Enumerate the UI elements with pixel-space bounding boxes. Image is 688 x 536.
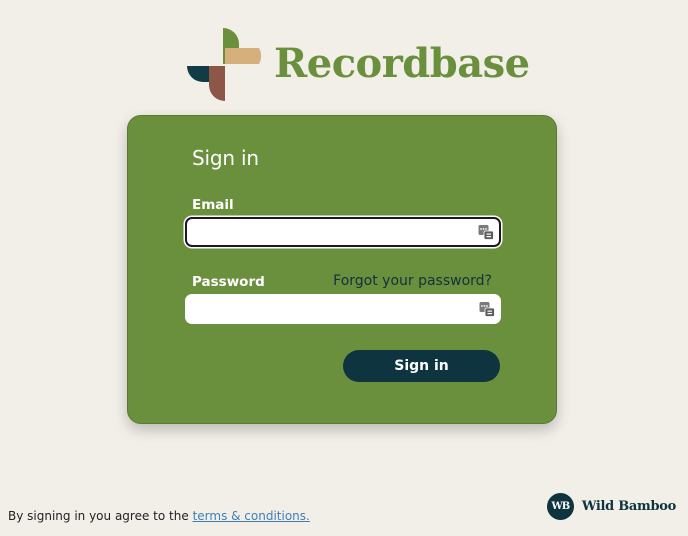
password-manager-icon[interactable] (478, 224, 494, 240)
terms-notice: By signing in you agree to the terms & c… (8, 509, 310, 523)
signin-title: Sign in (192, 146, 259, 170)
app-name: Recordbase (274, 40, 530, 87)
password-field-wrapper (185, 294, 501, 324)
password-label: Password (192, 274, 265, 290)
app-logo: Recordbase (187, 28, 530, 102)
email-field[interactable] (187, 219, 467, 245)
vendor-monogram: WB (551, 500, 570, 512)
email-label: Email (192, 197, 234, 213)
password-field[interactable] (186, 295, 466, 323)
recordbase-logo-icon (187, 28, 262, 101)
password-manager-icon[interactable] (479, 301, 495, 317)
terms-notice-text: By signing in you agree to the (8, 509, 189, 523)
email-field-wrapper (185, 217, 501, 247)
signin-button[interactable]: Sign in (343, 350, 500, 382)
forgot-password-link[interactable]: Forgot your password? (333, 273, 492, 289)
signin-card: Sign in Email Password Forgot your passw… (127, 115, 557, 424)
terms-link[interactable]: terms & conditions. (193, 509, 310, 523)
wild-bamboo-badge-icon: WB (546, 492, 574, 520)
vendor-logo: WB Wild Bamboo (546, 492, 676, 520)
vendor-name: Wild Bamboo (581, 498, 676, 514)
